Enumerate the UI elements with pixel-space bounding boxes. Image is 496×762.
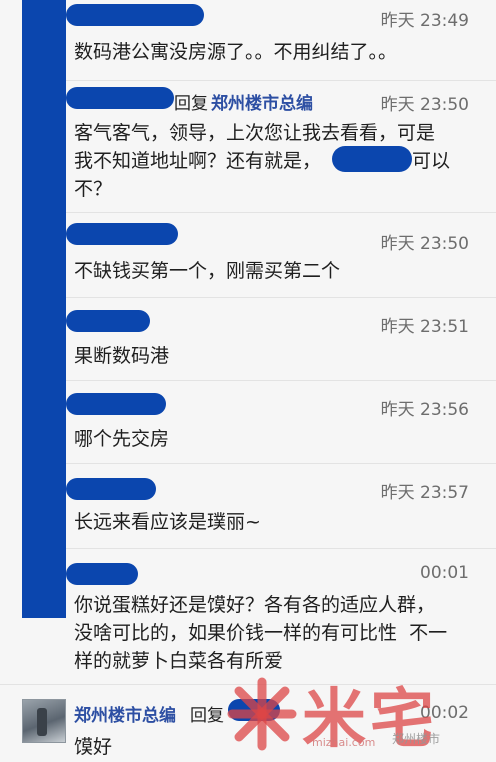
reply-target-name[interactable]: 郑州楼市总编 bbox=[211, 89, 313, 114]
redacted-text bbox=[332, 146, 412, 172]
redacted-username bbox=[66, 4, 204, 26]
redacted-username bbox=[66, 393, 166, 415]
comment-item[interactable]: 昨天 23:49 数码港公寓没房源了。。不用纠结了。。 bbox=[0, 0, 496, 80]
reply-label: 回复 bbox=[190, 706, 224, 726]
comment-item[interactable]: 昨天 23:51 果断数码港 bbox=[0, 298, 496, 380]
comment-item[interactable]: 昨天 23:50 不缺钱买第一个，刚需买第二个 bbox=[0, 213, 496, 297]
comment-text: 不缺钱买第一个，刚需买第二个 bbox=[74, 260, 341, 282]
timestamp: 昨天 23:56 bbox=[380, 400, 469, 420]
author-name[interactable]: 郑州楼市总编 bbox=[74, 701, 176, 726]
reply-label: 回复 bbox=[174, 94, 208, 114]
comment-text: 果断数码港 bbox=[74, 345, 170, 367]
comment-text: 长远来看应该是璞丽~ bbox=[74, 511, 261, 533]
watermark-url: mizhai.com bbox=[312, 736, 376, 749]
timestamp: 昨天 23:51 bbox=[380, 317, 469, 337]
comment-text-line: 客气客气，领导，上次您让我去看看，可是 bbox=[74, 122, 436, 144]
timestamp: 昨天 23:50 bbox=[380, 95, 469, 115]
timestamp: 昨天 23:49 bbox=[380, 11, 469, 31]
redacted-username bbox=[66, 87, 174, 109]
watermark: 米宅 mizhai.com 郑州楼市 bbox=[222, 668, 492, 758]
avatar[interactable] bbox=[22, 699, 66, 743]
redacted-username bbox=[66, 310, 150, 332]
comment-thread: 昨天 23:49 数码港公寓没房源了。。不用纠结了。。 回复 郑州楼市总编 昨天… bbox=[0, 0, 496, 762]
comment-text: 哪个先交房 bbox=[74, 428, 170, 450]
comment-item[interactable]: 00:01 你说蛋糕好还是馍好？各有各的适应人群， 没啥可比的，如果价钱一样的有… bbox=[0, 549, 496, 684]
timestamp: 00:01 bbox=[420, 563, 469, 583]
comment-item[interactable]: 回复 郑州楼市总编 昨天 23:50 客气客气，领导，上次您让我去看看，可是 我… bbox=[0, 81, 496, 211]
comment-item[interactable]: 昨天 23:57 长远来看应该是璞丽~ bbox=[0, 464, 496, 548]
redacted-username bbox=[66, 223, 178, 245]
timestamp: 昨天 23:50 bbox=[380, 234, 469, 254]
comment-text: 你说蛋糕好还是馍好？各有各的适应人群， 没啥可比的，如果价钱一样的有可比性 不一… bbox=[74, 594, 448, 672]
comment-text: 数码港公寓没房源了。。不用纠结了。。 bbox=[74, 41, 398, 63]
comment-text-line: 可以 bbox=[412, 150, 451, 172]
comment-text-line: 不？ bbox=[74, 178, 113, 200]
timestamp: 昨天 23:57 bbox=[380, 483, 469, 503]
comment-item[interactable]: 昨天 23:56 哪个先交房 bbox=[0, 381, 496, 463]
watermark-caption: 郑州楼市 bbox=[392, 732, 441, 746]
mizhai-logo-icon bbox=[227, 677, 297, 751]
redacted-username bbox=[66, 563, 138, 585]
redacted-username bbox=[66, 478, 156, 500]
